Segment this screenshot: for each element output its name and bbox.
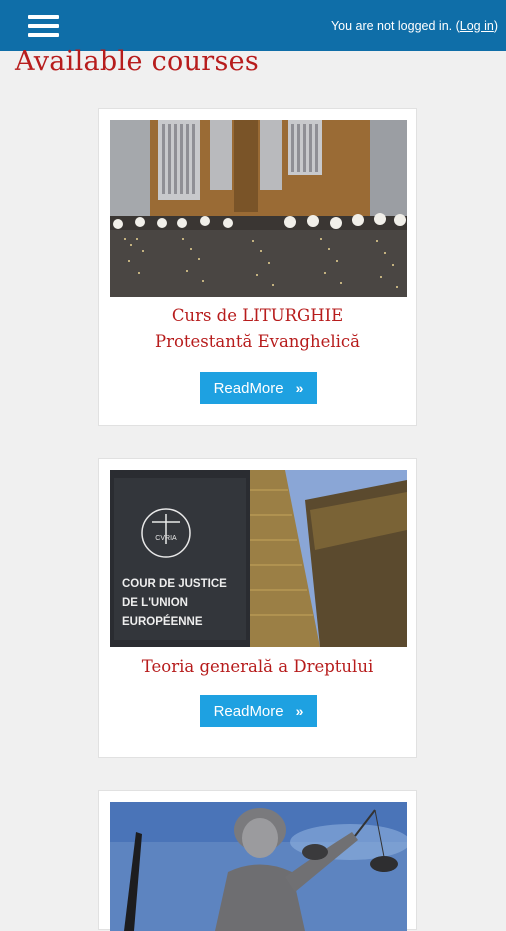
lady-justice-image: [110, 802, 407, 931]
court-seal-text: CVRIA: [155, 535, 177, 542]
double-chevron-right-icon: »: [295, 380, 304, 396]
readmore-button[interactable]: ReadMore»: [200, 695, 317, 727]
hamburger-menu-icon[interactable]: [28, 14, 59, 37]
course-image-court-of-justice[interactable]: CVRIA COUR DE JUSTICE DE L'UNION EUROPÉE…: [110, 470, 407, 647]
course-card-teoria-dreptului: CVRIA COUR DE JUSTICE DE L'UNION EUROPÉE…: [98, 458, 417, 758]
church-choir-image: [110, 120, 407, 297]
page-title: Available courses: [15, 46, 260, 77]
court-sign-line: COUR DE JUSTICE: [122, 578, 227, 590]
course-image-lady-justice[interactable]: [110, 802, 407, 931]
login-link[interactable]: Log in: [460, 19, 494, 33]
course-card-liturghie: Curs de LITURGHIE Protestantă Evanghelică…: [98, 108, 417, 426]
court-sign-line: EUROPÉENNE: [122, 615, 203, 628]
course-title[interactable]: Teoria generală a Dreptului: [107, 654, 408, 680]
court-sign-line: DE L'UNION: [122, 597, 188, 609]
readmore-button[interactable]: ReadMore»: [200, 372, 317, 404]
double-chevron-right-icon: »: [295, 703, 304, 719]
court-of-justice-image: CVRIA COUR DE JUSTICE DE L'UNION EUROPÉE…: [110, 470, 407, 647]
login-info: You are not logged in. (Log in): [330, 18, 498, 33]
course-title[interactable]: Curs de LITURGHIE Protestantă Evanghelică: [107, 303, 408, 355]
course-image-church-choir[interactable]: [110, 120, 407, 297]
course-card-justice: [98, 790, 417, 931]
top-navbar: You are not logged in. (Log in): [0, 0, 506, 51]
